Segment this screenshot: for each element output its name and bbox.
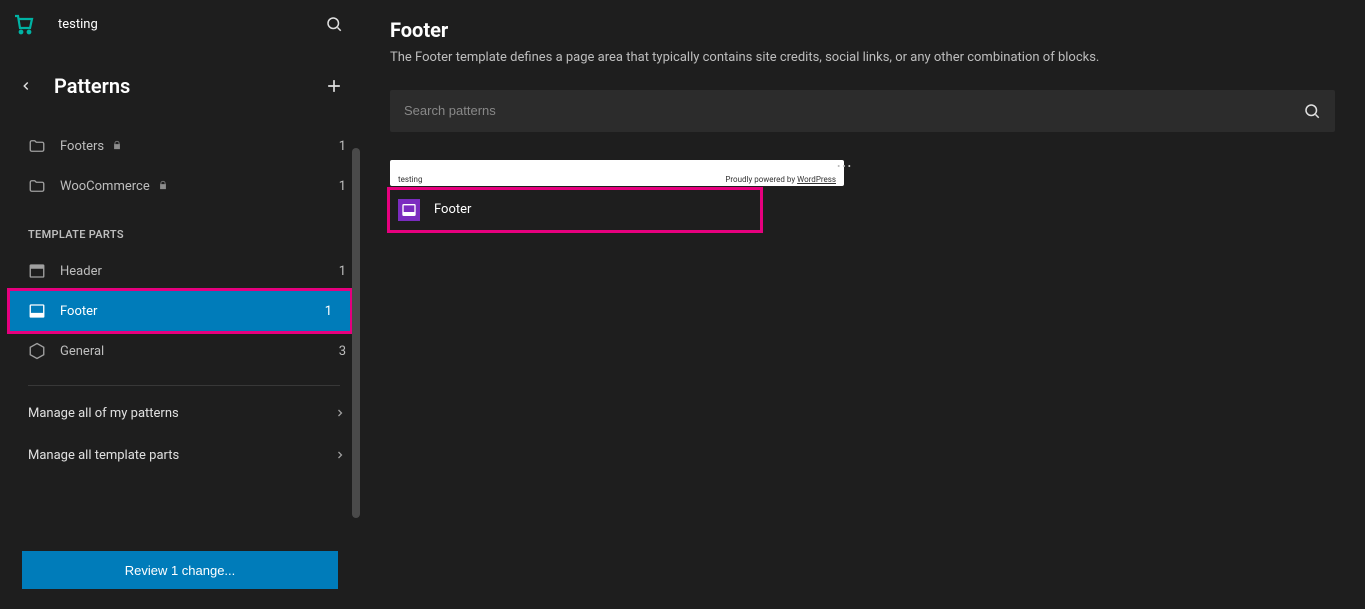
page-description: The Footer template defines a page area … <box>390 48 1335 68</box>
review-bar: Review 1 change... <box>0 537 360 609</box>
lock-icon <box>158 180 170 192</box>
sidebar-item-label: Footers <box>60 139 104 154</box>
site-logo[interactable] <box>8 8 40 40</box>
sidebar-item-general[interactable]: General 3 <box>0 331 360 371</box>
sidebar-item-label: Footer <box>60 304 97 319</box>
sidebar-topbar: testing <box>0 0 360 48</box>
manage-link-label: Manage all template parts <box>28 448 179 463</box>
sidebar-item-count: 1 <box>339 139 346 154</box>
template-part-preview[interactable]: testing Proudly powered by WordPress <box>390 160 844 186</box>
review-changes-button[interactable]: Review 1 change... <box>22 551 338 589</box>
divider <box>28 385 340 386</box>
command-palette-icon[interactable] <box>316 6 352 42</box>
preview-text-right: Proudly powered by WordPress <box>725 175 836 184</box>
site-title[interactable]: testing <box>58 17 316 32</box>
sidebar-item-woocommerce[interactable]: WooCommerce 1 <box>0 166 360 206</box>
folder-icon <box>28 137 46 155</box>
main-content: Footer The Footer template defines a pag… <box>360 0 1365 609</box>
sidebar-item-count: 1 <box>339 179 346 194</box>
search-patterns-field[interactable] <box>390 90 1335 132</box>
footer-layout-icon <box>28 302 46 320</box>
sidebar-title: Patterns <box>54 74 316 98</box>
page-title: Footer <box>390 18 1335 42</box>
header-layout-icon <box>28 262 46 280</box>
sidebar-item-count: 1 <box>339 264 346 279</box>
folder-icon <box>28 177 46 195</box>
chevron-right-icon <box>334 407 346 419</box>
preview-wordpress-link: WordPress <box>797 175 836 184</box>
sidebar-item-footer[interactable]: Footer 1 <box>10 291 350 331</box>
add-pattern-icon[interactable] <box>316 68 352 104</box>
sidebar-item-label: General <box>60 344 104 359</box>
more-actions-icon[interactable]: ⋯ <box>836 156 852 175</box>
search-icon <box>1303 102 1321 120</box>
sidebar-item-footers[interactable]: Footers 1 <box>0 126 360 166</box>
section-label-template-parts: TEMPLATE PARTS <box>0 206 360 251</box>
template-part-card: testing Proudly powered by WordPress Foo… <box>390 160 844 230</box>
manage-my-patterns-link[interactable]: Manage all of my patterns <box>0 392 360 434</box>
preview-text-left: testing <box>398 175 422 184</box>
sidebar-item-label: Header <box>60 264 102 279</box>
general-layout-icon <box>28 342 46 360</box>
search-input[interactable] <box>404 103 1303 118</box>
sidebar-item-count: 3 <box>339 344 346 359</box>
lock-icon <box>112 140 124 152</box>
sidebar-nav-scroll: Footers 1 WooCommerce 1 TEMPLATE PARTS <box>0 126 360 537</box>
sidebar-scrollbar-thumb[interactable] <box>352 148 360 518</box>
sidebar-item-header[interactable]: Header 1 <box>0 251 360 291</box>
sidebar-header: Patterns <box>0 48 360 126</box>
template-part-name: Footer <box>434 202 471 217</box>
back-icon[interactable] <box>8 68 44 104</box>
chevron-right-icon <box>334 449 346 461</box>
sidebar: testing Patterns Footers <box>0 0 360 609</box>
footer-part-icon <box>398 199 420 221</box>
manage-link-label: Manage all of my patterns <box>28 406 179 421</box>
manage-template-parts-link[interactable]: Manage all template parts <box>0 434 360 476</box>
sidebar-item-count: 1 <box>325 304 332 319</box>
template-part-title-row[interactable]: Footer <box>390 190 760 230</box>
sidebar-item-label: WooCommerce <box>60 179 150 194</box>
